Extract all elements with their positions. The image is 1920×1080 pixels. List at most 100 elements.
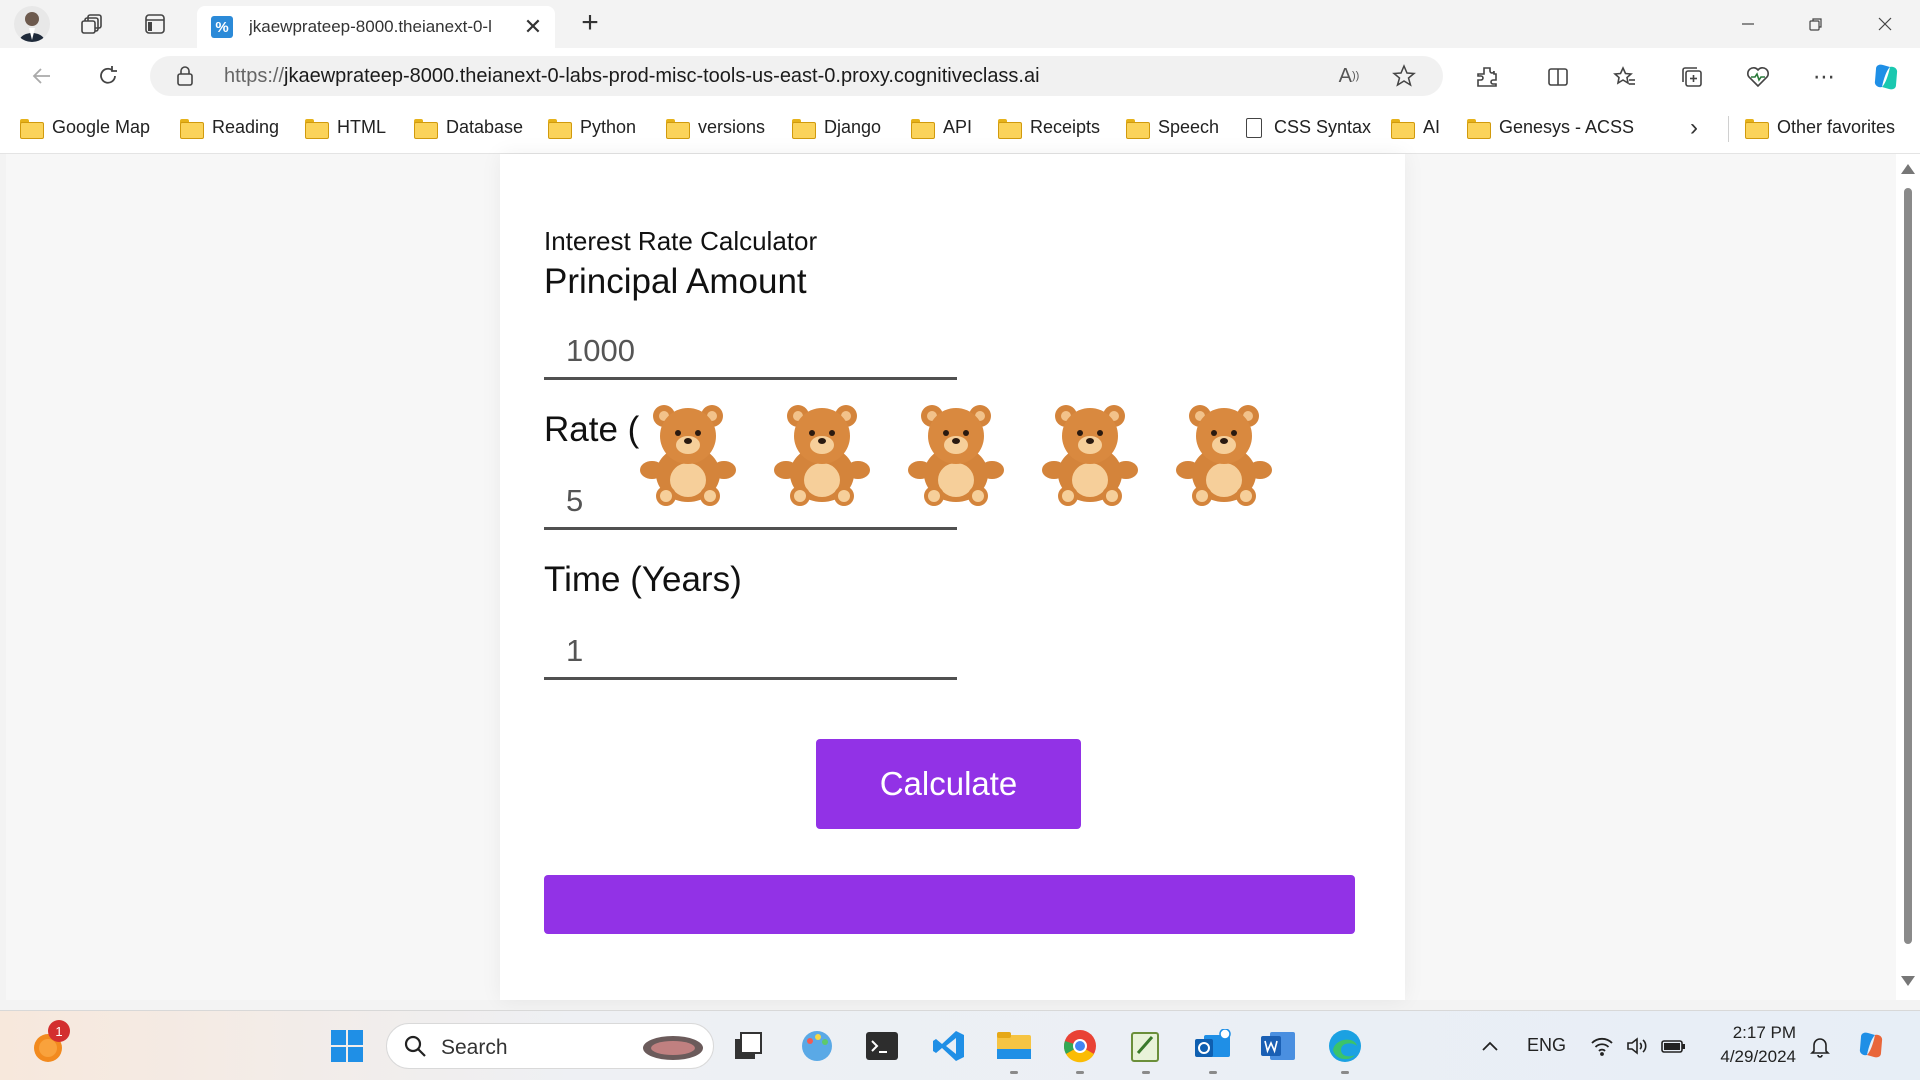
favorite-css-syntax[interactable]: CSS Syntax	[1246, 117, 1371, 138]
chevron-right-icon[interactable]: ›	[1690, 114, 1698, 142]
teddy-bear-row	[638, 400, 1278, 510]
browser-essentials-icon[interactable]	[1742, 61, 1774, 93]
folder-icon	[792, 118, 816, 139]
language-indicator[interactable]: ENG	[1527, 1035, 1566, 1056]
battery-icon[interactable]	[1654, 1026, 1694, 1066]
wifi-icon[interactable]	[1582, 1026, 1622, 1066]
word-icon[interactable]	[1258, 1026, 1298, 1066]
minimize-icon[interactable]	[1725, 8, 1771, 40]
favorite-label: Reading	[212, 117, 280, 137]
favorite-label: Database	[446, 117, 524, 137]
page-viewport: Interest Rate Calculator Principal Amoun…	[6, 154, 1896, 1000]
favorite-star-icon[interactable]	[1390, 64, 1418, 88]
paint-app-icon[interactable]	[797, 1026, 837, 1066]
teddy-bear-icon	[640, 405, 736, 506]
favorite-html[interactable]: HTML	[305, 117, 386, 139]
more-options-icon[interactable]: ⋯	[1808, 61, 1840, 93]
favorite-api[interactable]: API	[911, 117, 972, 139]
copilot-icon[interactable]	[1870, 61, 1902, 93]
principal-input[interactable]	[544, 324, 957, 380]
workspaces-icon[interactable]	[76, 8, 108, 40]
extensions-icon[interactable]	[1471, 61, 1503, 93]
favorite-label: Receipts	[1030, 117, 1101, 137]
lock-icon[interactable]	[176, 65, 194, 92]
favorite-label: Python	[580, 117, 637, 137]
other-favorites[interactable]: Other favorites	[1745, 117, 1895, 139]
collections-icon[interactable]	[1676, 61, 1708, 93]
taskbar-search-box[interactable]: Search	[386, 1023, 714, 1069]
folder-icon	[414, 118, 438, 139]
folder-icon	[20, 118, 44, 139]
tab-title: jkaewprateep-8000.theianext-0-l	[249, 17, 492, 36]
chevron-up-icon[interactable]	[1470, 1026, 1510, 1066]
scroll-up-icon[interactable]	[1901, 164, 1915, 174]
weather-icon[interactable]: 1	[28, 1020, 70, 1066]
favorite-ai[interactable]: AI	[1391, 117, 1440, 139]
favorite-python[interactable]: Python	[548, 117, 637, 139]
running-indicator	[1076, 1071, 1084, 1074]
notification-bell-icon[interactable]	[1800, 1026, 1840, 1066]
task-view-icon[interactable]	[728, 1026, 768, 1066]
system-clock[interactable]: 2:17 PM 4/29/2024	[1710, 1021, 1796, 1069]
navigation-toolbar: https://jkaewprateep-8000.theianext-0-la…	[0, 48, 1920, 104]
outlook-icon[interactable]	[1193, 1026, 1233, 1074]
favorite-google-map[interactable]: Google Map	[20, 117, 151, 139]
volume-icon[interactable]	[1617, 1026, 1657, 1066]
search-highlight-icon	[641, 1032, 705, 1067]
profile-avatar[interactable]	[14, 6, 50, 42]
vertical-scrollbar[interactable]	[1896, 154, 1920, 1000]
back-icon[interactable]	[24, 58, 60, 94]
folder-icon	[911, 118, 935, 139]
window-close-icon[interactable]	[1862, 8, 1908, 40]
restore-icon[interactable]	[1793, 8, 1839, 40]
folder-icon	[1126, 118, 1150, 139]
edge-icon[interactable]	[1325, 1026, 1365, 1074]
favorite-genesys-acss[interactable]: Genesys - ACSS	[1467, 117, 1635, 139]
running-indicator	[1010, 1071, 1018, 1074]
browser-tab-strip: % jkaewprateep-8000.theianext-0-l ✕ +	[0, 0, 1920, 48]
new-tab-icon[interactable]: +	[572, 6, 608, 40]
calculate-button[interactable]: Calculate	[816, 739, 1081, 829]
favorite-database[interactable]: Database	[414, 117, 524, 139]
copilot-preview-icon[interactable]	[1852, 1026, 1892, 1066]
favorite-receipts[interactable]: Receipts	[998, 117, 1101, 139]
vscode-icon[interactable]	[929, 1026, 969, 1066]
terminal-icon[interactable]	[862, 1026, 902, 1066]
folder-icon	[305, 118, 329, 139]
favorite-django[interactable]: Django	[792, 117, 881, 139]
document-icon	[1246, 117, 1262, 138]
active-tab[interactable]: % jkaewprateep-8000.theianext-0-l ✕	[197, 6, 555, 48]
scroll-thumb[interactable]	[1904, 188, 1912, 944]
refresh-icon[interactable]	[90, 58, 126, 94]
clock-date: 4/29/2024	[1720, 1047, 1796, 1066]
split-screen-icon[interactable]	[1542, 61, 1574, 93]
scroll-down-icon[interactable]	[1901, 976, 1915, 986]
url-host: jkaewprateep-8000.theianext-0-labs-prod-…	[284, 65, 1040, 87]
favorite-versions[interactable]: versions	[666, 117, 765, 139]
time-input[interactable]	[544, 624, 957, 680]
favorite-label: Genesys - ACSS	[1499, 117, 1635, 137]
rate-label: Rate (	[544, 410, 640, 449]
notification-badge: 1	[48, 1020, 70, 1042]
start-menu-icon[interactable]	[327, 1026, 367, 1066]
url-text[interactable]: https://jkaewprateep-8000.theianext-0-la…	[224, 65, 1040, 88]
folder-icon	[1467, 118, 1491, 139]
favorites-icon[interactable]	[1609, 61, 1641, 93]
file-explorer-icon[interactable]	[994, 1026, 1034, 1074]
address-bar[interactable]: https://jkaewprateep-8000.theianext-0-la…	[150, 56, 1443, 96]
favorite-reading[interactable]: Reading	[180, 117, 280, 139]
teddy-bear-icon	[774, 405, 870, 506]
favorite-label: Google Map	[52, 117, 151, 137]
chrome-icon[interactable]	[1060, 1026, 1100, 1074]
teddy-bear-icon	[1176, 405, 1272, 506]
favorites-bar: Google Map Reading HTML Database Python …	[0, 104, 1920, 154]
read-aloud-icon[interactable]: A))	[1335, 64, 1363, 88]
notepad-app-icon[interactable]	[1126, 1026, 1166, 1074]
vertical-tabs-icon[interactable]	[139, 8, 171, 40]
running-indicator	[1142, 1071, 1150, 1074]
favorite-label: CSS Syntax	[1274, 117, 1372, 137]
folder-icon	[666, 118, 690, 139]
tab-close-icon[interactable]: ✕	[521, 14, 545, 40]
calculator-card: Interest Rate Calculator Principal Amoun…	[500, 154, 1405, 1000]
favorite-speech[interactable]: Speech	[1126, 117, 1219, 139]
